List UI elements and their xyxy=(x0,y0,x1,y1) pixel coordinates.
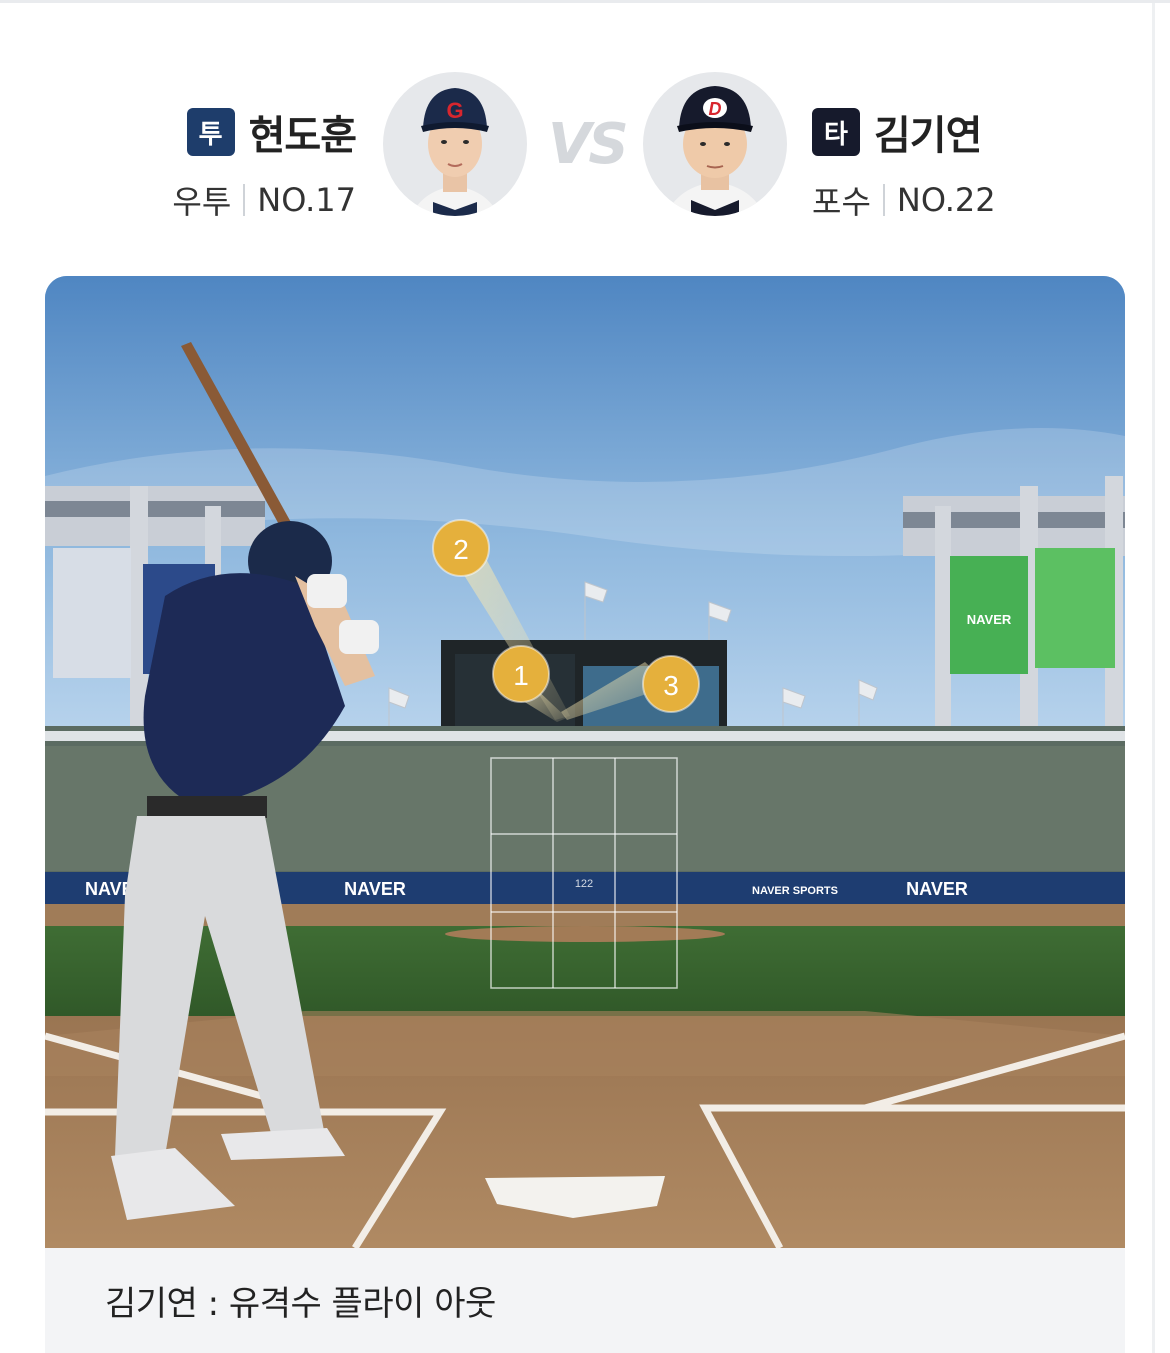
batter-name[interactable]: 김기연 xyxy=(874,103,982,161)
divider xyxy=(243,184,246,216)
result-bar: 김기연 : 유격수 플라이 아웃 xyxy=(45,1248,1125,1353)
batter-meta: 포수 NO.22 xyxy=(812,177,996,223)
pitch-marker-2[interactable]: 2 xyxy=(432,519,490,577)
wall-ad-4: NAVER xyxy=(906,879,968,899)
right-billboard-logo: NAVER xyxy=(967,612,1012,627)
divider xyxy=(882,184,885,216)
pitcher-meta: 우투 NO.17 xyxy=(172,177,356,223)
scrollbar[interactable] xyxy=(1152,3,1155,1353)
batter-position: 포수 xyxy=(812,183,871,221)
vs-label: VS xyxy=(548,112,629,177)
batter-name-row: 타 김기연 xyxy=(812,103,996,161)
pitchers-mound xyxy=(445,926,725,942)
pitch-number-1: 1 xyxy=(513,660,529,691)
batter-info: 타 김기연 포수 NO.22 xyxy=(812,103,996,223)
batter-cap-logo: D xyxy=(709,99,722,119)
batter-avatar[interactable]: D xyxy=(643,72,787,216)
stadium-illustration: NAVER NAVER SPORTS NAVER NAVER NAVER SPO… xyxy=(45,276,1125,1248)
pitch-number-3: 3 xyxy=(663,670,679,701)
wall-ad-3: NAVER SPORTS xyxy=(752,885,838,897)
pitcher-avatar[interactable]: G xyxy=(383,72,527,216)
pitch-marker-1[interactable]: 1 xyxy=(492,645,550,703)
top-divider xyxy=(0,0,1170,3)
pitcher-badge: 투 xyxy=(186,108,235,156)
wall-ad-2: NAVER xyxy=(344,879,406,899)
pitch-speed-label: 122 xyxy=(575,878,593,890)
pitcher-info: 투 현도훈 우투 NO.17 xyxy=(172,103,357,223)
pitcher-cap-logo: G xyxy=(446,98,463,123)
pitcher-number: NO.17 xyxy=(257,181,356,219)
pitcher-name[interactable]: 현도훈 xyxy=(249,103,357,161)
pitcher-throw-type: 우투 xyxy=(172,183,232,221)
pitch-marker-3[interactable]: 3 xyxy=(642,655,700,713)
at-bat-result: 김기연 : 유격수 플라이 아웃 xyxy=(105,1284,496,1324)
pitcher-name-row: 투 현도훈 xyxy=(172,103,357,161)
pitch-field-view: NAVER NAVER SPORTS NAVER NAVER NAVER SPO… xyxy=(45,276,1125,1248)
pitch-number-2: 2 xyxy=(453,534,469,565)
batter-badge: 타 xyxy=(812,108,860,156)
batter-number: NO.22 xyxy=(896,181,996,219)
